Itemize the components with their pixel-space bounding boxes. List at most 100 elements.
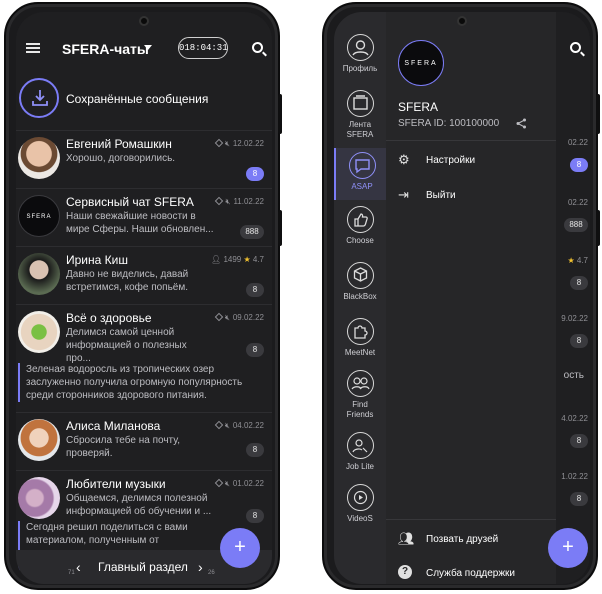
rail-item-meetnet[interactable]: MeetNet [334, 314, 386, 370]
menu-label: Служба поддержки [426, 568, 516, 579]
account-name: SFERA [398, 100, 439, 114]
download-icon [19, 78, 59, 118]
rail-item-find-friends[interactable]: Find Friends [334, 366, 386, 428]
unread-badge: 8 [570, 158, 588, 172]
settings-menu-item[interactable]: ⚙︎ Настройки [398, 152, 548, 172]
chat-name: Любители музыки [66, 477, 166, 491]
menu-label: Выйти [426, 190, 456, 201]
chat-meta: 🔇︎ 09.02.22 [214, 312, 264, 323]
chat-message: Хорошо, договорились. [66, 153, 176, 164]
rail-item-blackbox[interactable]: BlackBox [334, 258, 386, 314]
rail-item-job-lite[interactable]: Job Lite [334, 428, 386, 484]
chat-name: Всё о здоровье [66, 311, 152, 325]
search-icon [570, 42, 581, 53]
menu-label: Позвать друзей [426, 534, 499, 545]
help-icon: ? [398, 565, 412, 579]
chat-name: Алиса Миланова [66, 419, 161, 433]
mute-icon: 🔇︎ [224, 479, 230, 488]
cube-icon [347, 262, 374, 289]
rail-label: Choose [346, 236, 374, 245]
prev-count: 71 [68, 570, 75, 576]
chat-row[interactable]: Всё о здоровье Делимся самой ценной инфо… [16, 304, 272, 412]
avatar [18, 311, 60, 353]
rating: ★ 4.7 [567, 256, 588, 265]
menu-screen: 02.22 8 02.22 888 ★ 4.7 8 9.02.22 8 ость… [334, 12, 590, 584]
chat-row[interactable]: Евгений Ромашкин Хорошо, договорились. 🔇… [16, 130, 272, 188]
pin-icon [214, 478, 224, 488]
rail-label: Лента SFERA [346, 120, 374, 139]
rail-label: MeetNet [344, 348, 376, 357]
chevron-down-icon[interactable] [144, 45, 152, 50]
volume-button [596, 210, 600, 246]
unread-badge: 8 [570, 334, 588, 348]
member-count: 1499 [223, 255, 242, 264]
chat-list-screen: SFERA-чаты 018:04:31 Сохранённые сообщен… [16, 12, 272, 584]
unread-badge: 8 [570, 276, 588, 290]
pin-icon [214, 312, 224, 322]
power-button [596, 94, 600, 134]
phone-left: SFERA-чаты 018:04:31 Сохранённые сообщен… [4, 2, 282, 590]
unread-badge: 8 [570, 492, 588, 506]
chat-date: 01.02.22 [232, 479, 264, 488]
rating-value: 4.7 [576, 256, 588, 265]
chat-meta: 🔇︎ 04.02.22 [214, 420, 264, 431]
rail-label: Find Friends [346, 400, 374, 419]
unread-badge: 888 [564, 218, 588, 232]
chat-meta: 👤︎ 1499 ★ 4.7 [211, 255, 264, 264]
rail-item-choose[interactable]: Choose [334, 202, 386, 258]
star-icon: ★ [243, 255, 251, 264]
mute-icon: 🔇︎ [225, 197, 231, 206]
chat-name: Ирина Киш [66, 253, 128, 267]
unread-badge: 8 [246, 443, 264, 457]
app-title[interactable]: SFERA-чаты [62, 41, 149, 57]
unread-badge: 8 [570, 434, 588, 448]
chat-row[interactable]: Ирина Киш Давно не виделись, давай встре… [16, 246, 272, 304]
rail-item-feed[interactable]: Лента SFERA [334, 86, 386, 148]
chat-name: Евгений Ромашкин [66, 137, 172, 151]
chat-name: Сервисный чат SFERA [66, 195, 194, 209]
chat-message: Общаемся, делимся полезной информацией о… [66, 493, 212, 517]
chat-row[interactable]: SFERA Сервисный чат SFERA Наши свежайшие… [16, 188, 272, 246]
avatar [18, 477, 60, 519]
divider [386, 519, 556, 520]
section-title[interactable]: Главный раздел [98, 560, 188, 574]
pin-icon [214, 420, 224, 430]
camera [139, 16, 149, 26]
next-count: 26 [208, 570, 215, 576]
rail-item-asap[interactable]: ASAP [334, 148, 386, 200]
logout-icon: ⇥ [398, 187, 409, 202]
add-button[interactable]: + [220, 528, 260, 568]
rail-label: BlackBox [343, 292, 377, 301]
job-icon [347, 432, 374, 459]
rail-item-profile[interactable]: Профиль [334, 30, 386, 86]
rail-label: Профиль [342, 64, 378, 73]
add-button[interactable]: + [548, 528, 588, 568]
invite-friends-item[interactable]: 👥︎ Позвать друзей [398, 531, 548, 551]
chat-date: 9.02.22 [561, 314, 588, 323]
hamburger-icon[interactable] [26, 43, 40, 53]
puzzle-icon [347, 318, 374, 345]
chevron-right-icon[interactable]: › [198, 559, 203, 575]
chat-date: 4.02.22 [561, 414, 588, 423]
share-icon[interactable] [516, 118, 527, 132]
saved-messages[interactable]: Сохранённые сообщения [16, 74, 272, 130]
support-item[interactable]: ? Служба поддержки [398, 565, 548, 584]
rail-item-videos[interactable]: VideoS [334, 480, 386, 536]
phone-right: 02.22 8 02.22 888 ★ 4.7 8 9.02.22 8 ость… [322, 2, 600, 590]
mute-icon: 🔇︎ [224, 313, 230, 322]
chat-date: 02.22 [567, 198, 588, 207]
chevron-left-icon[interactable]: ‹ [76, 559, 81, 575]
avatar [18, 419, 60, 461]
rail-label: Job Lite [345, 462, 375, 471]
menu-label: Настройки [426, 155, 476, 166]
unread-badge: 8 [246, 343, 264, 357]
chat-meta: 🔇︎ 11.02.22 [215, 196, 264, 207]
logout-menu-item[interactable]: ⇥ Выйти [398, 187, 548, 207]
account-id: SFERA ID: 100100000 [398, 118, 500, 129]
chat-message: Сбросила тебе на почту, проверяй. [66, 435, 181, 459]
timer-badge[interactable]: 018:04:31 [178, 37, 228, 59]
volume-button [278, 210, 282, 246]
thumb-up-icon [347, 206, 374, 233]
search-icon[interactable] [252, 42, 263, 53]
chat-row[interactable]: Алиса Миланова Сбросила тебе на почту, п… [16, 412, 272, 470]
